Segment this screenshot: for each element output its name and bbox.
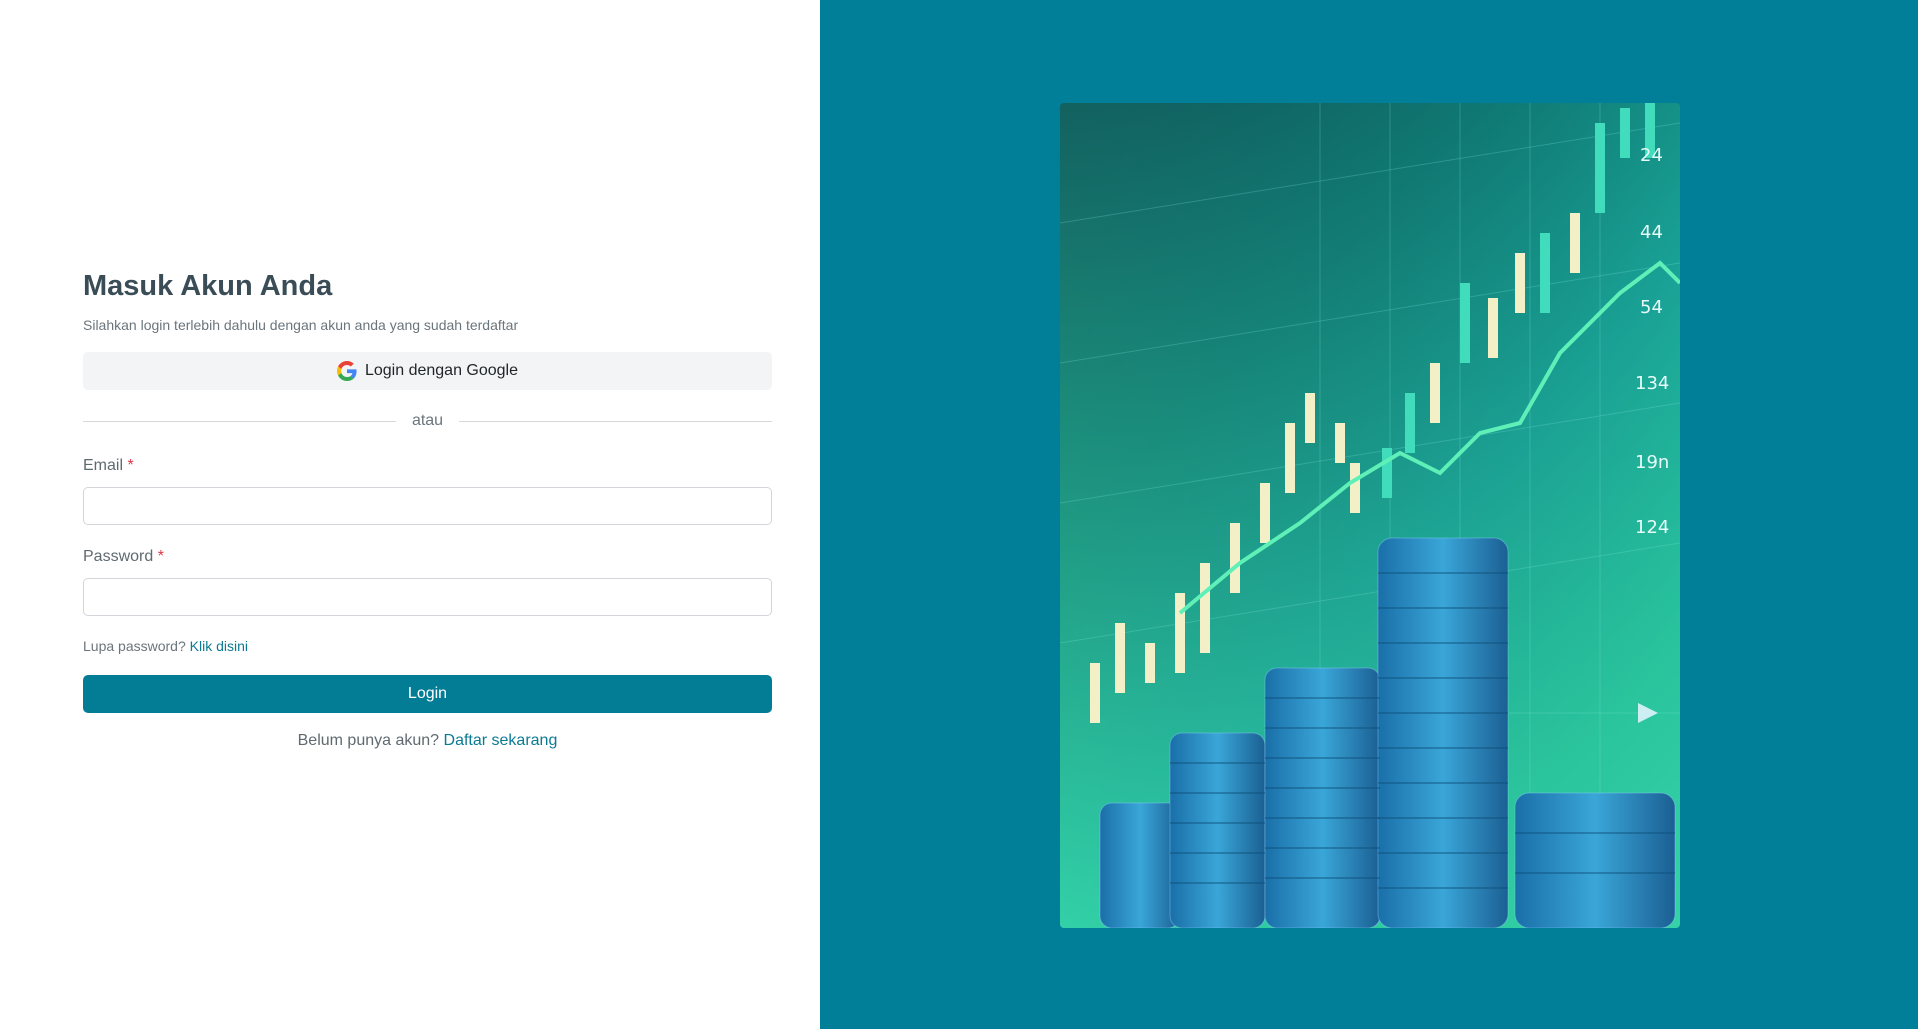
login-panel: Masuk Akun Anda Silahkan login terlebih … [0, 0, 820, 1029]
hero-tick-label: 124 [1635, 517, 1669, 538]
google-login-button[interactable]: Login dengan Google [83, 352, 772, 390]
hero-tick-label: 54 [1640, 297, 1663, 318]
hero-image: 24 44 54 134 19n 124 [1060, 103, 1680, 928]
password-field[interactable] [83, 578, 772, 616]
hero-tick-label: 134 [1635, 373, 1669, 394]
hero-tick-label: 44 [1640, 222, 1663, 243]
forgot-password-text: Lupa password? [83, 638, 186, 654]
password-label: Password * [83, 547, 772, 567]
login-form: Masuk Akun Anda Silahkan login terlebih … [83, 268, 773, 750]
google-login-label: Login dengan Google [364, 362, 519, 379]
hero-tick-label: 19n [1635, 452, 1669, 473]
divider-text: atau [411, 412, 444, 429]
email-label-text: Email [83, 457, 124, 474]
login-button[interactable]: Login [83, 675, 772, 713]
forgot-password-link[interactable]: Klik disini [190, 638, 248, 654]
hero-tick-label: 24 [1640, 145, 1663, 166]
google-icon [336, 361, 357, 381]
finance-illustration: 24 44 54 134 19n 124 [1060, 103, 1680, 928]
password-label-text: Password [83, 548, 154, 565]
hero-panel: 24 44 54 134 19n 124 [820, 0, 1918, 1029]
register-prompt: Belum punya akun? Daftar sekarang [83, 732, 772, 750]
divider: atau [83, 410, 773, 432]
email-field[interactable] [83, 487, 772, 525]
register-text: Belum punya akun? [297, 732, 440, 749]
email-label: Email * [83, 456, 772, 476]
divider-line-right [459, 420, 773, 422]
email-required-mark: * [127, 457, 134, 474]
divider-line-left [83, 420, 396, 422]
forgot-password: Lupa password? Klik disini [83, 637, 772, 655]
password-required-mark: * [157, 548, 164, 565]
register-link[interactable]: Daftar sekarang [444, 732, 558, 749]
page-subtitle: Silahkan login terlebih dahulu dengan ak… [83, 317, 519, 333]
page-title: Masuk Akun Anda [83, 270, 333, 302]
